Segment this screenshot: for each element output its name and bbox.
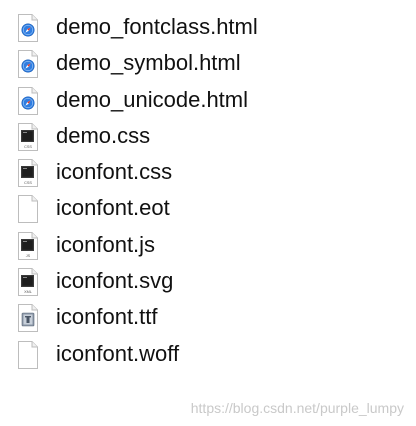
list-item[interactable]: demo_fontclass.html xyxy=(0,10,416,46)
file-list: demo_fontclass.html demo_symbol.html dem… xyxy=(0,10,416,373)
file-name: iconfont.svg xyxy=(56,268,174,294)
list-item[interactable]: iconfont.eot xyxy=(0,191,416,227)
list-item[interactable]: CSS iconfont.css xyxy=(0,155,416,191)
file-name: iconfont.woff xyxy=(56,340,180,366)
css-file-icon: CSS xyxy=(17,122,39,151)
list-item[interactable]: demo_symbol.html xyxy=(0,46,416,82)
font-file-icon xyxy=(17,304,39,333)
file-type-badge: CSS xyxy=(24,181,32,185)
list-item[interactable]: XML iconfont.svg xyxy=(0,264,416,300)
safari-html-file-icon xyxy=(17,50,39,79)
watermark: https://blog.csdn.net/purple_lumpy xyxy=(190,400,404,416)
list-item[interactable]: demo_unicode.html xyxy=(0,83,416,119)
css-file-icon: CSS xyxy=(17,159,39,188)
file-type-badge: XML xyxy=(24,290,32,294)
blank-file-icon xyxy=(17,340,39,369)
file-name: demo_unicode.html xyxy=(56,86,249,112)
list-item[interactable]: CSS demo.css xyxy=(0,119,416,155)
file-name: demo.css xyxy=(56,122,151,148)
file-type-badge: JS xyxy=(26,254,31,258)
safari-html-file-icon xyxy=(17,14,39,42)
js-file-icon: JS xyxy=(17,231,39,260)
file-name: iconfont.eot xyxy=(56,195,170,221)
file-name: demo_fontclass.html xyxy=(56,14,258,39)
safari-html-file-icon xyxy=(17,86,39,115)
file-name: iconfont.ttf xyxy=(56,304,158,330)
file-type-badge: CSS xyxy=(24,145,32,149)
list-item[interactable]: iconfont.ttf xyxy=(0,300,416,336)
blank-file-icon xyxy=(17,195,39,224)
xml-file-icon: XML xyxy=(17,268,39,297)
list-item[interactable]: JS iconfont.js xyxy=(0,228,416,264)
file-name: iconfont.js xyxy=(56,231,156,257)
file-name: demo_symbol.html xyxy=(56,50,241,76)
finder-file-list-window: { "files": [ {"name": "demo_fontclass.ht… xyxy=(0,0,416,426)
file-name: iconfont.css xyxy=(56,159,173,185)
list-item[interactable]: iconfont.woff xyxy=(0,337,416,373)
